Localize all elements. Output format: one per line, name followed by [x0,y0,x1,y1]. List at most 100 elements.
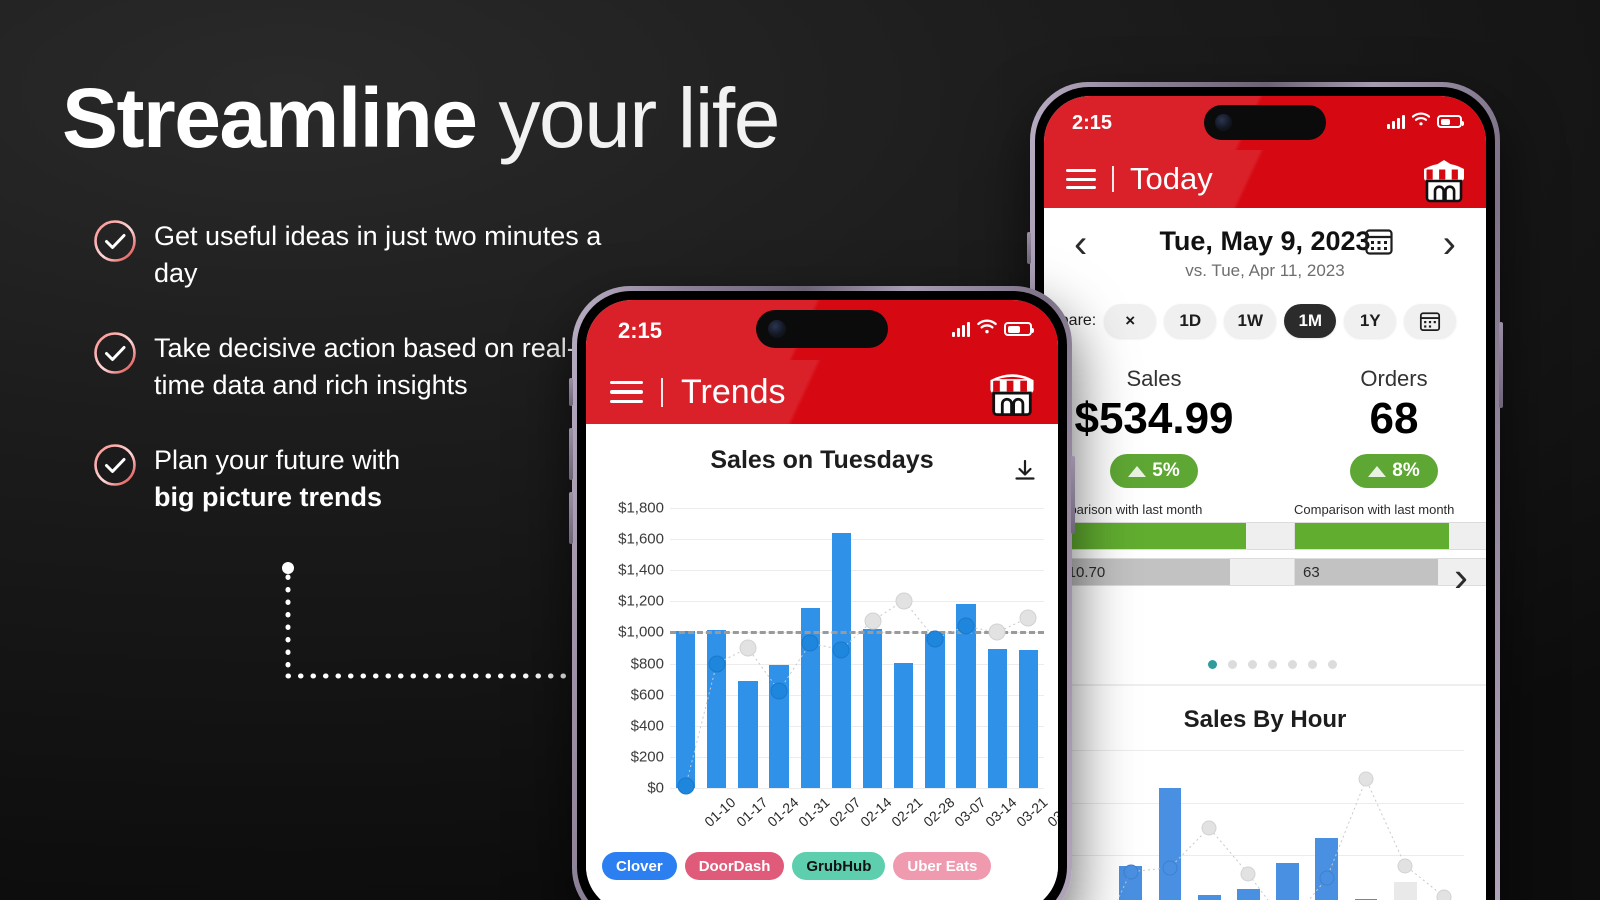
pager-dot[interactable] [1287,660,1297,669]
data-point-marker [770,682,788,700]
cellular-icon [1387,114,1405,129]
compare-option-1d[interactable]: 1D [1164,304,1217,338]
kpi-delta: 5% [1152,460,1180,481]
y-axis-tick: $0 [647,779,664,797]
compare-option-1m[interactable]: 1M [1284,304,1337,338]
battery-icon [1004,322,1034,336]
x-axis-tick: 02-28 [919,794,958,830]
x-axis-tick: 01-17 [732,794,771,830]
check-circle-icon [92,218,138,264]
list-item-label: Plan your future with [154,444,401,475]
data-point-marker [864,612,882,630]
pager-dot[interactable] [1247,660,1257,669]
pager-dots [1044,660,1486,669]
legend-chip-clover[interactable]: Clover [602,852,677,880]
data-point-marker [1019,609,1037,627]
wifi-icon [1411,112,1431,131]
power-button[interactable] [1071,456,1075,534]
download-icon[interactable] [1012,458,1038,489]
data-point-marker [1162,860,1178,876]
date-navigator: ‹ Tue, May 9, 2023 › [1044,208,1486,266]
pager-dot-active[interactable] [1207,660,1217,669]
data-point-marker [832,641,850,659]
mute-switch[interactable] [1027,232,1031,264]
chart-legend: Clover DoorDash GrubHub Uber Eats [602,852,992,880]
volume-up-button[interactable] [569,428,573,480]
kpi-previous-value: 63 [1303,563,1320,581]
legend-chip-doordash[interactable]: DoorDash [684,852,785,880]
data-point-marker [801,634,819,652]
pager-dot[interactable] [1227,660,1237,669]
y-axis-tick: $1,000 [618,623,664,641]
app-title: Today [1130,161,1213,196]
pager-dot[interactable] [1327,660,1337,669]
x-axis-tick: 03-21 [1013,794,1051,830]
cellular-icon [952,321,970,337]
hamburger-icon[interactable] [610,381,643,403]
compare-calendar-icon[interactable] [1404,304,1457,338]
pager-dot[interactable] [1307,660,1317,669]
mute-switch[interactable] [569,378,573,406]
volume-down-button[interactable] [569,492,573,544]
storefront-logo[interactable] [984,366,1040,423]
y-axis-tick: $1,800 [618,499,664,517]
chevron-right-icon[interactable]: › [1443,222,1456,267]
legend-chip-grubhub[interactable]: GrubHub [792,852,886,880]
power-button[interactable] [1499,322,1503,408]
kpi-card-sales: Sales $534.99 5% Comparison with last mo… [1044,366,1304,586]
trends-screen: 2:15 Trends Sales on Tuesdays $0 $200 $4… [586,300,1058,900]
trends-content: Sales on Tuesdays $0 $200 $400 $600 $800 $1,0… [586,446,1058,900]
list-item-label: Take decisive action based on real-time … [154,332,576,400]
dynamic-island [756,310,888,348]
data-point-marker [1397,858,1413,873]
list-item: Plan your future with big picture trends [92,440,612,516]
list-item: Take decisive action based on real-time … [92,328,612,404]
compare-option-1y[interactable]: 1Y [1344,304,1397,338]
front-camera-icon [1215,114,1232,131]
compare-option-clear[interactable]: × [1104,304,1157,338]
legend-chip-ubereats[interactable]: Uber Eats [893,852,992,880]
chevron-right-icon[interactable]: › [1454,553,1468,601]
list-item-label: Get useful ideas in just two minutes a d… [154,221,602,288]
arrow-up-icon [1128,465,1147,477]
app-header: Today [1044,150,1486,208]
pager-dot[interactable] [1267,660,1277,669]
today-content: ‹ Tue, May 9, 2023 › vs. Tue, Apr 11, 20… [1044,208,1486,900]
comparison-date: vs. Tue, Apr 11, 2023 [1185,261,1345,280]
y-axis-labels: $0 $200 $400 $600 $800 $1,000 $1,200 $1,400 $1,6… [598,500,664,797]
data-point-marker [1123,864,1139,880]
data-point-marker [988,623,1006,641]
gridline [670,788,1044,789]
storefront-logo[interactable] [1418,156,1470,209]
compare-option-1w[interactable]: 1W [1224,304,1277,338]
check-circle-icon [92,330,138,376]
status-time: 2:15 [618,318,663,343]
dynamic-island [1204,105,1326,140]
promo-stage: Streamline your life Get useful ideas in… [0,0,1600,900]
calendar-icon[interactable] [1364,226,1394,261]
header-divider [661,377,663,407]
phone-trends: 2:15 Trends Sales on Tuesdays $0 $200 $4… [569,286,1075,900]
status-bar: 2:15 [586,300,1058,360]
chart-title: Sales on Tuesdays [710,446,934,474]
wifi-icon [977,319,997,339]
phone-today: 2:15 Today ‹ Tue, May 9, 2023 › vs. Tue,… [1027,82,1503,900]
sales-by-hour-chart: 7891011121234 [1072,750,1464,900]
x-axis-labels: 01-10 01-17 01-24 01-31 02-07 02-14 02-21 02-28… [670,792,1058,838]
hamburger-icon[interactable] [1066,169,1096,189]
kpi-label: Orders [1360,366,1428,391]
chevron-left-icon[interactable]: ‹ [1074,222,1087,267]
kpi-label: Sales [1126,366,1182,391]
check-circle-icon [92,442,138,488]
kpi-previous-bar: $510.70 [1044,558,1304,586]
list-item: Get useful ideas in just two minutes a d… [92,216,612,292]
data-point-marker [926,630,944,648]
data-point-marker [895,592,913,610]
sales-on-tuesdays-chart: $0 $200 $400 $600 $800 $1,000 $1,200 $1,400 $1,6… [598,500,1058,838]
x-axis-tick: 01-31 [795,794,833,830]
data-point-marker [1436,889,1452,900]
compare-toolbar: Compare: × 1D 1W 1M 1Y [1044,304,1457,338]
y-axis-tick: $200 [630,748,664,766]
data-point-marker [1240,866,1256,882]
data-point-marker [957,617,975,635]
